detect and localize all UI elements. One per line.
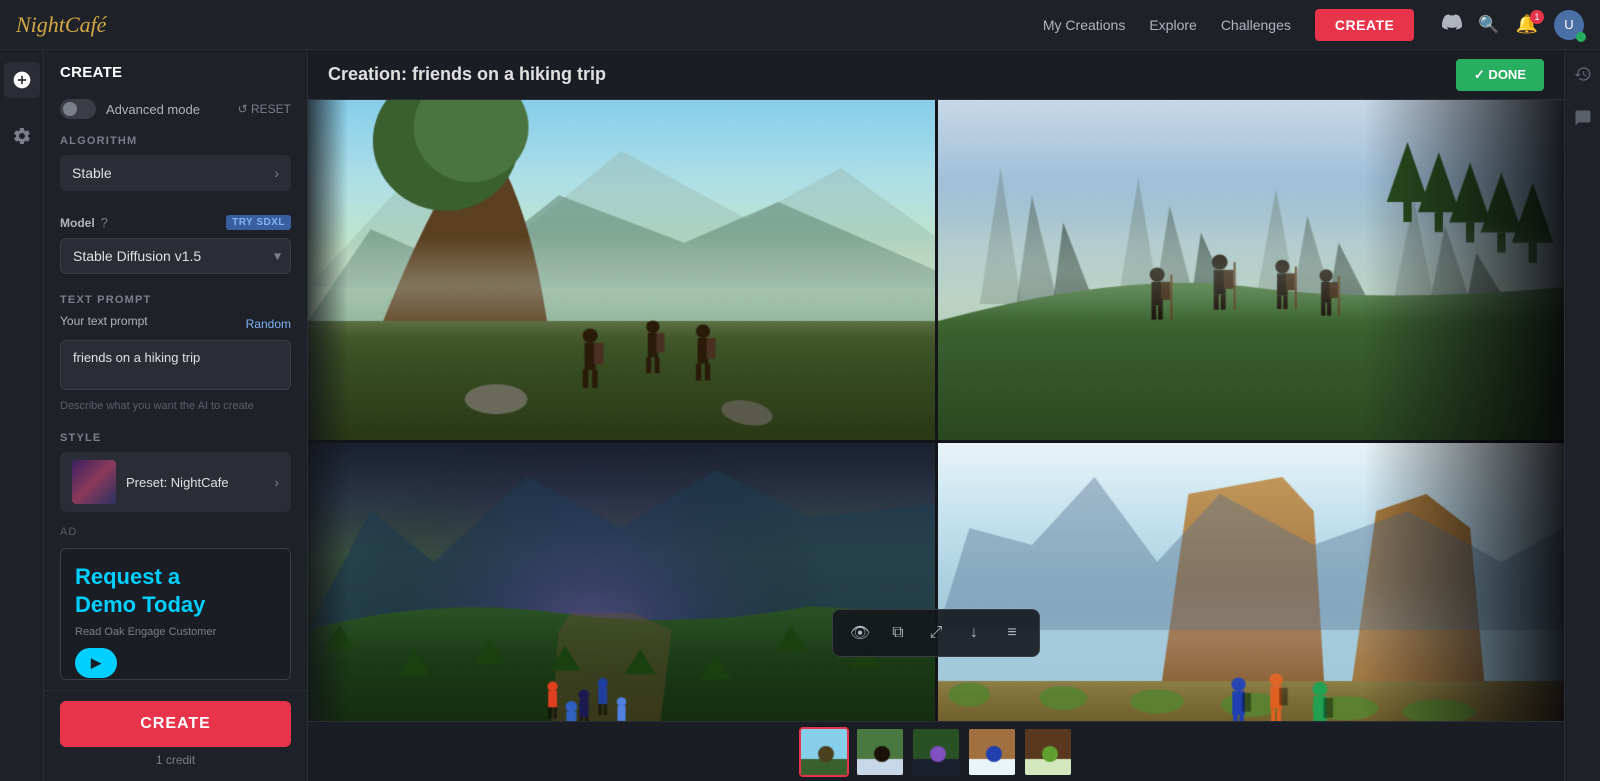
text-prompt-section: TEXT PROMPT Your text prompt Random frie… (44, 284, 307, 422)
icon-sidebar (0, 50, 44, 781)
discord-icon[interactable] (1442, 12, 1462, 37)
logo: NightCafé (16, 12, 106, 38)
right-chat-icon[interactable] (1569, 104, 1597, 132)
panel-header-create: CREATE (44, 50, 307, 89)
thumbnail-strip (308, 721, 1564, 781)
prompt-hint: Describe what you want the AI to create (60, 400, 291, 412)
advanced-mode-row: Advanced mode ↺ RESET (44, 89, 307, 125)
search-icon[interactable]: 🔍 (1478, 15, 1499, 35)
nav-icons: 🔍 🔔 1 U (1442, 10, 1584, 40)
advanced-mode-label: Advanced mode (106, 102, 200, 117)
ad-section: Request aDemo Today Read Oak Engage Cust… (60, 548, 291, 680)
nav-my-creations[interactable]: My Creations (1043, 17, 1125, 33)
done-button[interactable]: ✓ DONE (1456, 59, 1544, 91)
reset-button[interactable]: ↺ RESET (238, 102, 291, 116)
image-toolbar: 👁 ⧉ ⤢ ↓ ≡ (832, 609, 1040, 657)
style-section: STYLE Preset: NightCafe › (44, 422, 307, 522)
ad-label: AD (44, 522, 307, 538)
image-cell-3[interactable] (308, 443, 935, 721)
prompt-textarea[interactable]: friends on a hiking trip (60, 340, 291, 390)
notifications-icon[interactable]: 🔔 1 (1516, 14, 1538, 35)
avatar-status-badge (1576, 32, 1586, 42)
style-thumbnail (72, 460, 116, 504)
model-label: Model (60, 216, 95, 230)
avatar[interactable]: U (1554, 10, 1584, 40)
model-label-group: Model ? (60, 215, 108, 230)
your-text-prompt-label: Your text prompt (60, 314, 148, 328)
thumbnail-2[interactable] (855, 727, 905, 777)
algorithm-dropdown[interactable]: Stable › (60, 155, 291, 191)
style-name: Preset: NightCafe (126, 475, 264, 490)
style-preset-row[interactable]: Preset: NightCafe › (60, 452, 291, 512)
thumbnail-1[interactable] (799, 727, 849, 777)
ad-button[interactable]: ▶ (75, 648, 117, 678)
credit-text: 1 credit (60, 747, 291, 777)
topnav: NightCafé My Creations Explore Challenge… (0, 0, 1600, 50)
advanced-mode-toggle[interactable] (60, 99, 96, 119)
notification-badge: 1 (1530, 10, 1544, 24)
model-select-wrapper: Stable Diffusion v1.5 Stable Diffusion v… (60, 238, 291, 274)
style-label: STYLE (60, 432, 291, 444)
nav-explore[interactable]: Explore (1149, 17, 1196, 33)
chevron-right-icon: › (274, 165, 279, 181)
toolbar-menu-button[interactable]: ≡ (995, 616, 1029, 650)
right-history-icon[interactable] (1569, 60, 1597, 88)
algorithm-section: ALGORITHM Stable › (44, 125, 307, 205)
main-layout: CREATE Advanced mode ↺ RESET ALGORITHM S… (0, 50, 1600, 781)
nav-challenges[interactable]: Challenges (1221, 17, 1291, 33)
left-panel: CREATE Advanced mode ↺ RESET ALGORITHM S… (44, 50, 308, 781)
thumbnail-5[interactable] (1023, 727, 1073, 777)
toolbar-eye-button[interactable]: 👁 (843, 616, 877, 650)
random-link[interactable]: Random (246, 317, 291, 331)
main-content: Creation: friends on a hiking trip ✓ DON… (308, 50, 1564, 781)
creation-title: Creation: friends on a hiking trip (328, 64, 606, 85)
toolbar-download-button[interactable]: ↓ (957, 616, 991, 650)
thumbnail-3[interactable] (911, 727, 961, 777)
sidebar-create-icon[interactable] (4, 62, 40, 98)
text-prompt-header: Your text prompt Random (60, 314, 291, 334)
style-chevron-icon: › (274, 474, 279, 490)
toggle-knob (63, 102, 77, 116)
create-bottom: CREATE 1 credit (44, 690, 307, 781)
content-header: Creation: friends on a hiking trip ✓ DON… (308, 50, 1564, 100)
model-section: Model ? TRY SDXL Stable Diffusion v1.5 S… (44, 205, 307, 284)
algorithm-value: Stable (72, 165, 112, 181)
image-cell-1[interactable] (308, 100, 935, 440)
ad-subtext: Read Oak Engage Customer (75, 626, 276, 638)
toolbar-expand-button[interactable]: ⤢ (919, 616, 953, 650)
model-help-icon[interactable]: ? (101, 215, 108, 230)
image-cell-2[interactable] (938, 100, 1565, 440)
image-grid-area[interactable]: 👁 ⧉ ⤢ ↓ ≡ (308, 100, 1564, 721)
nav-create-button[interactable]: CREATE (1315, 9, 1415, 41)
model-header-row: Model ? TRY SDXL (60, 215, 291, 230)
nav-links: My Creations Explore Challenges CREATE (1043, 9, 1415, 41)
algorithm-label: ALGORITHM (60, 135, 291, 147)
text-prompt-label: TEXT PROMPT (60, 294, 291, 306)
image-cell-4[interactable] (938, 443, 1565, 721)
thumbnail-4[interactable] (967, 727, 1017, 777)
ad-headline: Request aDemo Today (75, 563, 276, 618)
try-sdxl-badge[interactable]: TRY SDXL (226, 215, 291, 230)
model-select[interactable]: Stable Diffusion v1.5 Stable Diffusion v… (60, 238, 291, 274)
right-sidebar (1564, 50, 1600, 781)
toolbar-copy-button[interactable]: ⧉ (881, 616, 915, 650)
sidebar-settings-icon[interactable] (4, 118, 40, 154)
create-big-button[interactable]: CREATE (60, 701, 291, 747)
